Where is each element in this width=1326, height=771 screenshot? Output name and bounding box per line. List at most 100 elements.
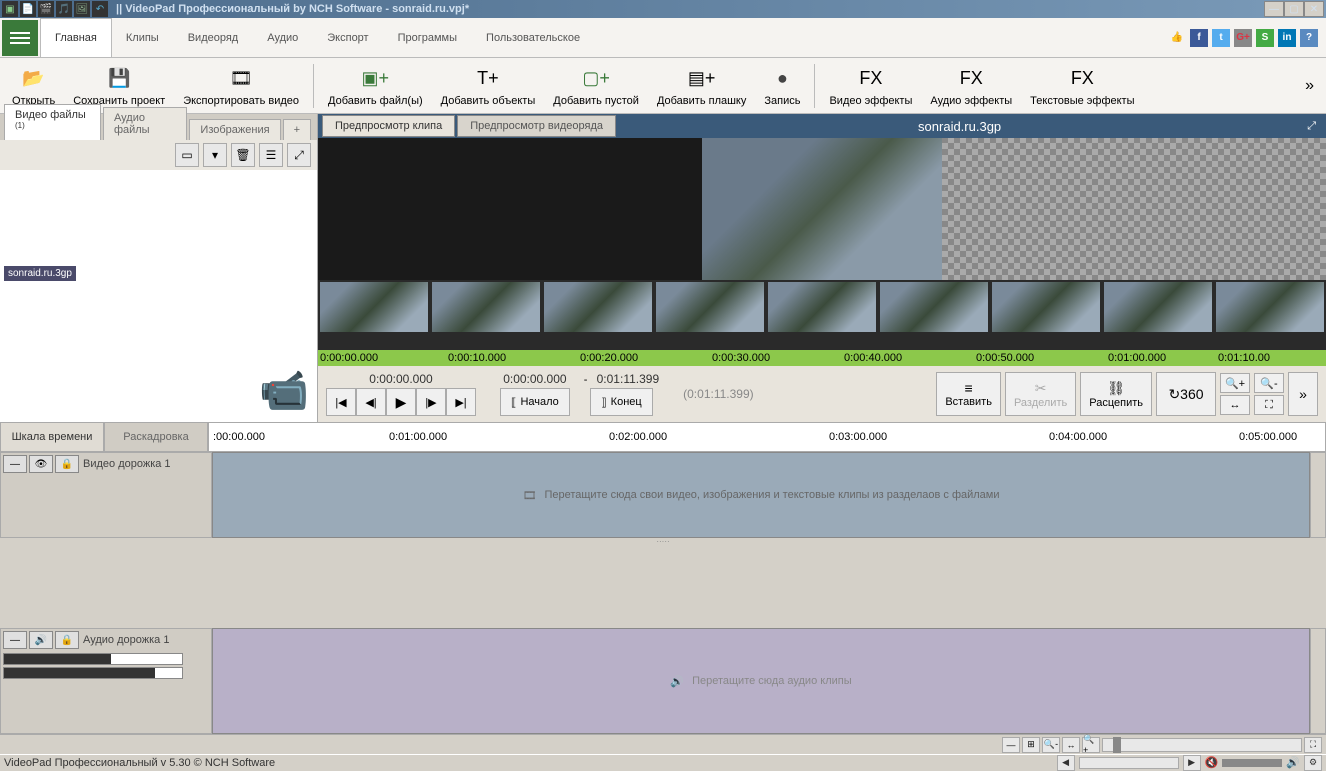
scroll-left-button[interactable]: ◀	[1057, 755, 1075, 771]
qa-icon-4[interactable]: 🖼	[74, 1, 90, 17]
app-icon[interactable]: ▣	[2, 1, 18, 17]
tab-audio[interactable]: Аудио	[253, 18, 313, 57]
filmstrip-frame[interactable]	[544, 282, 652, 332]
unlink-button[interactable]: ⛓Расцепить	[1080, 372, 1152, 416]
volume-mute-icon[interactable]: 🔇	[1205, 756, 1219, 769]
add-files-button[interactable]: ▣+Добавить файл(ы)	[320, 60, 431, 112]
tab-main[interactable]: Главная	[40, 18, 112, 57]
text-effects-button[interactable]: FXТекстовые эффекты	[1022, 60, 1142, 112]
preview-viewport[interactable]	[318, 138, 1326, 280]
tab-clips[interactable]: Клипы	[112, 18, 174, 57]
view-mode-button[interactable]: ▭	[175, 143, 199, 167]
add-plate-button[interactable]: ▤+Добавить плашку	[649, 60, 754, 112]
tab-add[interactable]: +	[283, 119, 311, 140]
timeline-ruler[interactable]: :00:00.000 0:01:00.000 0:02:00.000 0:03:…	[208, 422, 1326, 452]
zoom-out-button[interactable]: ↔	[1220, 395, 1250, 415]
zoom-slider[interactable]	[1102, 738, 1302, 752]
video-track-content[interactable]: 🎞 Перетащите сюда свои видео, изображени…	[212, 452, 1310, 538]
timeline-end-button[interactable]: ⛶	[1304, 737, 1322, 753]
google-plus-icon[interactable]: G+	[1234, 29, 1252, 47]
linkedin-icon[interactable]: in	[1278, 29, 1296, 47]
status-settings-button[interactable]: ⚙	[1304, 755, 1322, 771]
audio-track-content[interactable]: 🔊 Перетащите сюда аудио клипы	[212, 628, 1310, 734]
rotate-button[interactable]: ↻360	[1156, 372, 1216, 416]
tab-storyboard[interactable]: Раскадровка	[104, 422, 208, 452]
horizontal-scrollbar[interactable]	[1079, 757, 1179, 769]
fit-button[interactable]: ⛶	[1254, 395, 1284, 415]
zoom-out-timeline[interactable]: 🔍-	[1042, 737, 1060, 753]
more-button[interactable]: »	[1288, 372, 1318, 416]
skip-end-button[interactable]: ▶|	[446, 388, 476, 416]
split-button[interactable]: ✂Разделить	[1005, 372, 1076, 416]
file-item[interactable]: sonraid.ru.3gp	[4, 266, 76, 281]
track-plus-button[interactable]: ⊞	[1022, 737, 1040, 753]
zoom-fit-timeline[interactable]: ↔	[1062, 737, 1080, 753]
filmstrip-frame[interactable]	[992, 282, 1100, 332]
hamburger-menu[interactable]	[2, 20, 38, 56]
tab-timescale[interactable]: Шкала времени	[0, 422, 104, 452]
tab-audio-files[interactable]: Аудио файлы	[103, 107, 187, 140]
export-video-button[interactable]: 🎞Экспортировать видео	[175, 60, 307, 112]
filmstrip-timeline[interactable]: 0:00:00.000 0:00:10.000 0:00:20.000 0:00…	[318, 350, 1326, 366]
audio-effects-button[interactable]: FXАудио эффекты	[922, 60, 1020, 112]
file-list[interactable]: sonraid.ru.3gp 📹	[0, 170, 317, 422]
list-button[interactable]: ☰	[259, 143, 283, 167]
audio-minus-button[interactable]: —	[3, 631, 27, 649]
preview-collapse-button[interactable]: ⤢	[1301, 120, 1322, 133]
filmstrip-frame[interactable]	[1104, 282, 1212, 332]
audio-track-scrollbar[interactable]	[1310, 628, 1326, 734]
stumble-icon[interactable]: S	[1256, 29, 1274, 47]
help-icon[interactable]: ?	[1300, 29, 1318, 47]
volume-slider-status[interactable]	[1222, 759, 1282, 767]
add-objects-button[interactable]: T+Добавить объекты	[433, 60, 544, 112]
toolbar-more-button[interactable]: »	[1297, 77, 1322, 95]
record-button[interactable]: ●Запись	[756, 60, 808, 112]
filmstrip-frame[interactable]	[1216, 282, 1324, 332]
qa-icon-2[interactable]: 🎬	[38, 1, 54, 17]
undo-icon[interactable]: ↶	[92, 1, 108, 17]
insert-button[interactable]: ≡Вставить	[936, 372, 1001, 416]
play-button[interactable]: ▶	[386, 388, 416, 416]
mark-start-button[interactable]: ⟦ Начало	[500, 388, 570, 416]
qa-icon-1[interactable]: 📄	[20, 1, 36, 17]
tab-clip-preview[interactable]: Предпросмотр клипа	[322, 115, 455, 137]
zoom-in-timeline[interactable]: 🔍+	[1082, 737, 1100, 753]
audio-lock-button[interactable]: 🔒	[55, 631, 79, 649]
track-lock-button[interactable]: 🔒	[55, 455, 79, 473]
view-dropdown[interactable]: ▾	[203, 143, 227, 167]
frame-forward-button[interactable]: |▶	[416, 388, 446, 416]
video-effects-button[interactable]: FXВидео эффекты	[821, 60, 920, 112]
tab-export[interactable]: Экспорт	[313, 18, 383, 57]
collapse-button[interactable]: ⤢	[287, 143, 311, 167]
tab-custom[interactable]: Пользовательское	[472, 18, 595, 57]
zoom-out2-button[interactable]: 🔍-	[1254, 373, 1284, 393]
pan-slider[interactable]	[3, 667, 183, 679]
track-splitter[interactable]: ·····	[0, 538, 1326, 544]
track-minus-button[interactable]: —	[3, 455, 27, 473]
filmstrip-frame[interactable]	[320, 282, 428, 332]
tab-video-files[interactable]: Видео файлы (1)	[4, 104, 101, 140]
close-button[interactable]: ✕	[1304, 1, 1324, 17]
filmstrip-frame[interactable]	[432, 282, 540, 332]
twitter-icon[interactable]: t	[1212, 29, 1230, 47]
video-track-scrollbar[interactable]	[1310, 452, 1326, 538]
tab-programs[interactable]: Программы	[384, 18, 472, 57]
thumbs-up-icon[interactable]: 👍	[1168, 29, 1186, 47]
minimize-button[interactable]: —	[1264, 1, 1284, 17]
tab-sequence-preview[interactable]: Предпросмотр видеоряда	[457, 115, 616, 137]
track-add-button[interactable]: —	[1002, 737, 1020, 753]
maximize-button[interactable]: ▢	[1284, 1, 1304, 17]
skip-start-button[interactable]: |◀	[326, 388, 356, 416]
filmstrip[interactable]	[318, 280, 1326, 350]
filmstrip-frame[interactable]	[768, 282, 876, 332]
delete-button[interactable]: 🗑	[231, 143, 255, 167]
filmstrip-frame[interactable]	[880, 282, 988, 332]
track-eye-button[interactable]: 👁	[29, 455, 53, 473]
filmstrip-frame[interactable]	[656, 282, 764, 332]
add-empty-button[interactable]: ▢+Добавить пустой	[545, 60, 647, 112]
qa-icon-3[interactable]: 🎵	[56, 1, 72, 17]
volume-icon[interactable]: 🔊	[1286, 756, 1300, 769]
tab-images[interactable]: Изображения	[189, 119, 280, 140]
scroll-right-button[interactable]: ▶	[1183, 755, 1201, 771]
tab-sequence[interactable]: Видеоряд	[174, 18, 254, 57]
